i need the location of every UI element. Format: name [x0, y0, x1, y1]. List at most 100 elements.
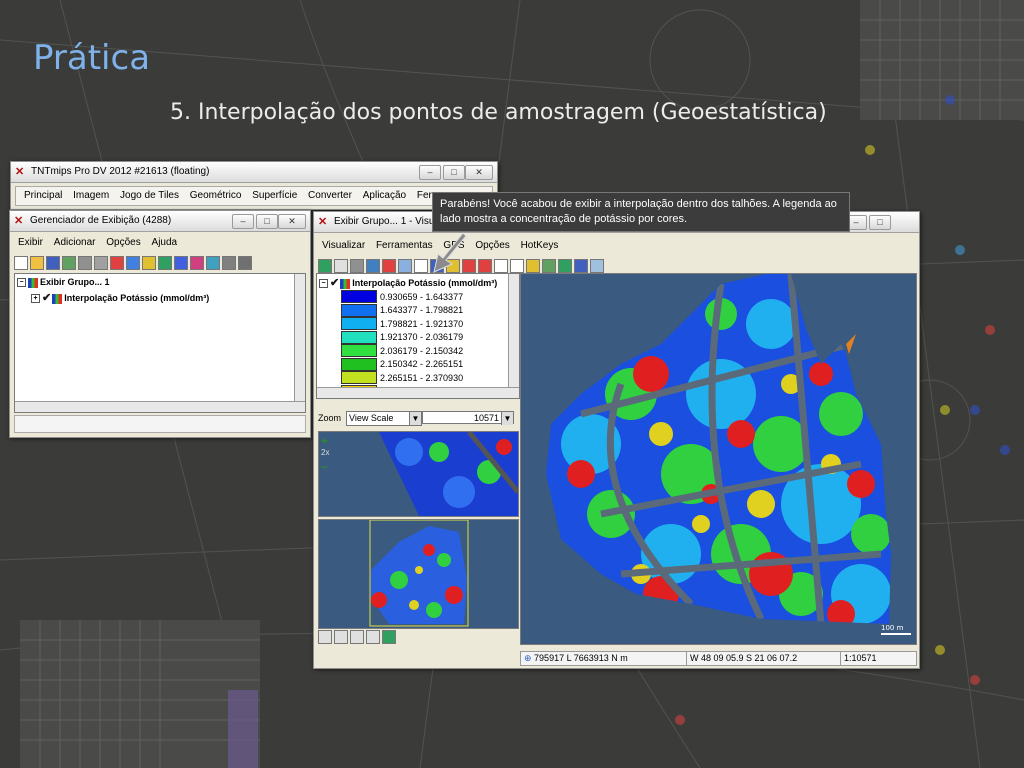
layer-icon[interactable]	[366, 259, 380, 273]
vertical-scrollbar[interactable]	[294, 274, 305, 412]
menu-exibir[interactable]: Exibir	[18, 237, 43, 248]
legend-item[interactable]: 2.036179 - 2.150342	[341, 344, 463, 357]
legend-swatch	[341, 344, 377, 357]
zoom-in-icon[interactable]: +	[321, 434, 328, 448]
app-icon: ✕	[14, 215, 24, 227]
image-icon[interactable]	[558, 259, 572, 273]
main-window-titlebar[interactable]: ✕ TNTmips Pro DV 2012 #21613 (floating) …	[11, 162, 497, 183]
legend-item[interactable]: 2.150342 - 2.265151	[341, 357, 464, 371]
checkmark-icon[interactable]: ✔	[330, 277, 339, 289]
horizontal-scrollbar[interactable]	[15, 401, 305, 412]
menu-adicionar[interactable]: Adicionar	[54, 237, 96, 248]
layer-icon[interactable]	[126, 256, 140, 270]
menu-aplicacao[interactable]: Aplicação	[363, 190, 406, 201]
maximize-button[interactable]: □	[869, 215, 891, 230]
zoom-detail-panel: + 2x −	[318, 431, 519, 517]
menu-principal[interactable]: Principal	[24, 190, 62, 201]
add-layer-icon[interactable]	[382, 259, 396, 273]
legend-layer-row[interactable]: − ✔ Interpolação Potássio (mmol/dm³)	[319, 276, 497, 289]
collapse-icon[interactable]: −	[17, 278, 26, 288]
edit-icon[interactable]	[542, 259, 556, 273]
legend-swatch	[341, 357, 377, 371]
overview-image-icon[interactable]	[382, 630, 396, 644]
add-layer-icon[interactable]	[110, 256, 124, 270]
menu-ferramentas[interactable]: Ferramentas	[376, 240, 433, 251]
menu-converter[interactable]: Converter	[308, 190, 352, 201]
display-manager-titlebar[interactable]: ✕ Gerenciador de Exibição (4288) – □ ✕	[10, 211, 310, 232]
vector-icon[interactable]	[94, 256, 108, 270]
zoom-value-field[interactable]: 10571 ▼	[422, 411, 514, 425]
overview-panel	[318, 519, 519, 629]
legend-item[interactable]: 1.798821 - 1.921370	[341, 317, 463, 330]
tree-group-label: Exibir Grupo... 1	[40, 277, 110, 287]
tree-group-row[interactable]: − Exibir Grupo... 1	[17, 277, 110, 288]
minimize-button[interactable]: –	[232, 214, 254, 229]
tree-layer-row[interactable]: + ✔ Interpolação Potássio (mmol/dm³)	[31, 291, 209, 304]
zoom-in-icon[interactable]	[334, 630, 348, 644]
checkmark-icon[interactable]: ✔	[42, 292, 51, 304]
vertical-scrollbar[interactable]	[508, 274, 519, 398]
view-window-title: Exibir Grupo... 1 - Visual	[334, 216, 443, 227]
list-icon[interactable]	[318, 630, 332, 644]
zoom-out-icon[interactable]: −	[321, 460, 328, 474]
legend-item[interactable]: 2.265151 - 2.370930	[341, 371, 463, 384]
menu-geometrico[interactable]: Geométrico	[190, 190, 242, 201]
grid-icon[interactable]	[190, 256, 204, 270]
app-icon: ✕	[318, 216, 328, 228]
tin-icon[interactable]	[158, 256, 172, 270]
legend-item[interactable]: 1.643377 - 1.798821	[341, 303, 463, 317]
shape-icon[interactable]	[142, 256, 156, 270]
close-button[interactable]: ✕	[465, 165, 493, 180]
main-map-view[interactable]: 100 m	[520, 273, 917, 645]
db-icon[interactable]	[206, 256, 220, 270]
menu-jogo-de-tiles[interactable]: Jogo de Tiles	[120, 190, 179, 201]
display-manager-toolbar	[10, 252, 310, 274]
redraw-icon[interactable]	[318, 259, 332, 273]
pointer-icon[interactable]	[414, 259, 428, 273]
menu-visualizar[interactable]: Visualizar	[322, 240, 365, 251]
close-button[interactable]: ✕	[278, 214, 306, 229]
chart-icon[interactable]	[222, 256, 236, 270]
expand-icon[interactable]: +	[31, 294, 40, 304]
zoom-mode-select[interactable]: View Scale ▼	[346, 411, 422, 426]
zoom-label: Zoom	[318, 413, 342, 423]
new-icon[interactable]	[14, 256, 28, 270]
legend-range-label: 2.150342 - 2.265151	[380, 359, 464, 369]
raster-layer-icon	[52, 293, 63, 304]
menu-opcoes[interactable]: Opções	[475, 240, 509, 251]
tool-icon[interactable]	[478, 259, 492, 273]
settings-icon[interactable]	[590, 259, 604, 273]
pan-icon[interactable]	[334, 259, 348, 273]
menu-imagem[interactable]: Imagem	[73, 190, 109, 201]
select-icon[interactable]	[398, 259, 412, 273]
raster-icon[interactable]	[78, 256, 92, 270]
horizontal-scrollbar[interactable]	[317, 387, 519, 398]
zoom-icon[interactable]	[494, 259, 508, 273]
menu-ajuda[interactable]: Ajuda	[152, 237, 178, 248]
zoom-fit-icon[interactable]	[366, 630, 380, 644]
legend-item[interactable]: 1.921370 - 2.036179	[341, 330, 463, 344]
scale-readout: 1:10571	[840, 651, 917, 666]
scale-bar-label: 100 m	[881, 624, 904, 632]
menu-superficie[interactable]: Superfície	[252, 190, 297, 201]
display-manager-window: ✕ Gerenciador de Exibição (4288) – □ ✕ E…	[9, 210, 311, 438]
collapse-icon[interactable]: −	[319, 279, 328, 289]
save-icon[interactable]	[46, 256, 60, 270]
menu-opcoes[interactable]: Opções	[106, 237, 140, 248]
table-icon[interactable]	[238, 256, 252, 270]
maximize-button[interactable]: □	[256, 214, 278, 229]
pencil-icon[interactable]	[526, 259, 540, 273]
binoculars-icon[interactable]	[350, 259, 364, 273]
print-icon[interactable]	[62, 256, 76, 270]
maximize-button[interactable]: □	[443, 165, 465, 180]
legend-title: Interpolação Potássio (mmol/dm³)	[352, 278, 498, 288]
zoom-value: 10571	[473, 413, 499, 423]
legend-item[interactable]: 0.930659 - 1.643377	[341, 290, 463, 303]
minimize-button[interactable]: –	[419, 165, 441, 180]
zoom-out-icon[interactable]	[350, 630, 364, 644]
menu-hotkeys[interactable]: HotKeys	[521, 240, 559, 251]
camera-icon[interactable]	[574, 259, 588, 273]
cad-icon[interactable]	[174, 256, 188, 270]
arrow-icon[interactable]	[510, 259, 524, 273]
open-icon[interactable]	[30, 256, 44, 270]
